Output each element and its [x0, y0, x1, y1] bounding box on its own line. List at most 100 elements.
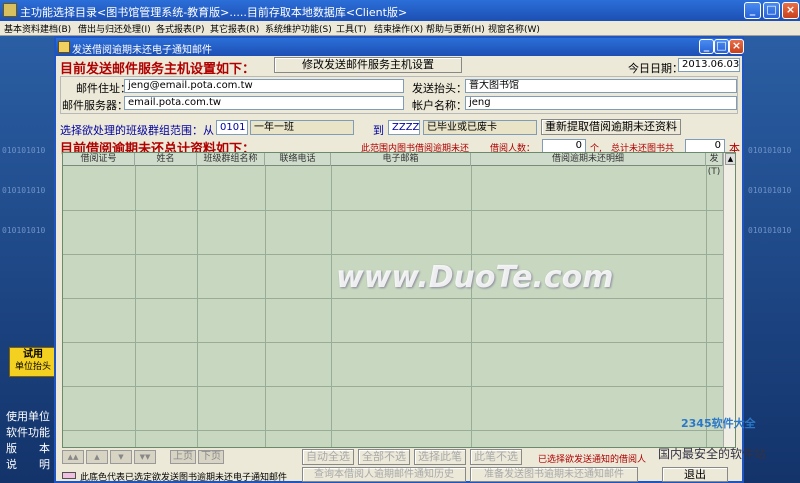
- grid-header: 借阅证号 姓名 班级群组名称 联络电话 电子邮箱 借阅逾期未还明细 发(T): [63, 153, 735, 177]
- total-books-field: 0: [685, 139, 725, 153]
- trial-badge-title: 试用: [23, 349, 43, 360]
- mail-address-field[interactable]: jeng@email.pota.com.tw: [124, 79, 404, 93]
- menu-item[interactable]: 结束操作(X): [374, 22, 423, 35]
- range-from-name-field: 一年一班: [250, 120, 354, 135]
- background-panel-left: 010101010 010101010 010101010 使用单位 软件功能 …: [0, 36, 54, 483]
- sender-header-label: 发送抬头：: [412, 82, 467, 95]
- menu-item[interactable]: 基本资料建档(B): [4, 22, 71, 35]
- main-window-titlebar: 主功能选择目录<图书馆管理系统-教育版>.....目前存取本地数据库<Clien…: [0, 0, 800, 21]
- grid-line: [135, 166, 136, 447]
- grid-line: [63, 430, 723, 431]
- column-header[interactable]: 联络电话: [265, 153, 331, 166]
- dialog-title: 发送借阅逾期未还电子通知邮件: [72, 45, 212, 56]
- binary-decoration: 010101010: [2, 186, 46, 195]
- deselect-this-button[interactable]: 此笔不选: [470, 449, 522, 465]
- prepare-send-button[interactable]: 准备发送图书逾期未还通知邮件: [470, 467, 638, 482]
- range-to-code-field[interactable]: ZZZZ: [388, 120, 420, 135]
- close-icon[interactable]: ×: [782, 2, 799, 19]
- watermark-text: www.DuoTe.com: [336, 260, 614, 295]
- grid-line: [63, 386, 723, 387]
- modify-mail-server-button[interactable]: 修改发送邮件服务主机设置: [274, 57, 462, 73]
- app-icon: [3, 3, 17, 17]
- account-field[interactable]: jeng: [465, 96, 737, 110]
- grid-line: [331, 166, 332, 447]
- grid-line: [471, 166, 472, 447]
- column-header[interactable]: 班级群组名称: [197, 153, 265, 166]
- grid-line: [63, 342, 723, 343]
- range-to-label: 到: [373, 124, 384, 137]
- watermark-brand: 2345软件大全: [681, 417, 756, 430]
- today-label: 今日日期：: [628, 62, 683, 75]
- range-to-name-field: 已毕业或已废卡: [423, 120, 537, 135]
- info-label: 使用单位: [6, 410, 50, 423]
- prev-page-button[interactable]: 上页: [170, 450, 196, 464]
- dialog-close-icon[interactable]: ×: [729, 39, 744, 54]
- deselect-all-button[interactable]: 全部不选: [358, 449, 410, 465]
- today-date-field: 2013.06.03: [678, 58, 740, 72]
- grid-line: [63, 254, 723, 255]
- legend-text: 此底色代表已选定欲发送图书逾期未还电子通知邮件: [80, 473, 288, 483]
- menu-item[interactable]: 各式报表(P): [156, 22, 204, 35]
- maximize-icon[interactable]: □: [763, 2, 780, 19]
- menu-item[interactable]: 其它报表(R): [210, 22, 259, 35]
- select-this-button[interactable]: 选择此笔: [414, 449, 466, 465]
- menu-item[interactable]: 系统维护功能(S): [265, 22, 332, 35]
- menu-item[interactable]: 帮助与更新(H): [426, 22, 485, 35]
- binary-decoration: 010101010: [748, 146, 792, 155]
- column-header[interactable]: 姓名: [135, 153, 197, 166]
- dialog-icon: [58, 41, 70, 53]
- grid-line: [706, 166, 707, 447]
- range-label: 选择欲处理的班级群组范围：从: [60, 124, 214, 137]
- grid-line: [63, 298, 723, 299]
- grid-line: [265, 166, 266, 447]
- query-history-button[interactable]: 查询本借阅人逾期邮件通知历史: [302, 467, 466, 482]
- binary-decoration: 010101010: [2, 146, 46, 155]
- main-window-title: 主功能选择目录<图书馆管理系统-教育版>.....目前存取本地数据库<Clien…: [20, 6, 408, 19]
- mail-server-label: 邮件服务器：: [62, 99, 128, 112]
- mail-server-field[interactable]: email.pota.com.tw: [124, 96, 404, 110]
- mail-address-label: 邮件住址：: [76, 82, 131, 95]
- last-record-button[interactable]: ▼▼: [134, 450, 156, 464]
- menu-item[interactable]: 视窗名称(W): [488, 22, 540, 35]
- info-label: 说 明: [6, 458, 50, 471]
- minimize-icon[interactable]: _: [744, 2, 761, 19]
- dialog-maximize-icon[interactable]: □: [714, 39, 729, 54]
- grid-line: [63, 210, 723, 211]
- overdue-email-dialog: 发送借阅逾期未还电子通知邮件 _ □ × 目前发送邮件服务主机设置如下： 修改发…: [54, 36, 744, 483]
- trial-badge-sub: 单位抬头: [14, 362, 51, 372]
- menu-item[interactable]: 借出与归还处理(I): [78, 22, 151, 35]
- next-record-button[interactable]: ▼: [110, 450, 132, 464]
- selected-status-text: 已选择欲发送通知的借阅人: [538, 455, 647, 465]
- refresh-overdue-button[interactable]: 重新提取借阅逾期未还资料: [541, 119, 681, 135]
- binary-decoration: 010101010: [748, 186, 792, 195]
- range-from-code-field[interactable]: 0101: [216, 120, 248, 135]
- grid-vertical-scrollbar[interactable]: ▲: [723, 153, 735, 447]
- trial-badge: 试用 单位抬头: [9, 347, 57, 377]
- info-label: 软件功能: [6, 426, 50, 439]
- dialog-titlebar: 发送借阅逾期未还电子通知邮件 _ □ ×: [56, 38, 744, 56]
- binary-decoration: 010101010: [2, 226, 46, 235]
- column-header[interactable]: 电子邮箱: [331, 153, 471, 166]
- borrower-count-field: 0: [542, 139, 586, 153]
- prev-record-button[interactable]: ▲: [86, 450, 108, 464]
- mail-server-heading: 目前发送邮件服务主机设置如下：: [60, 62, 256, 77]
- column-header[interactable]: 借阅证号: [63, 153, 135, 166]
- watermark-tagline: 国内最安全的软件站: [658, 447, 767, 461]
- dialog-minimize-icon[interactable]: _: [699, 39, 714, 54]
- sender-header-field[interactable]: 普大图书馆: [465, 79, 737, 93]
- legend-swatch: [62, 472, 76, 479]
- auto-select-all-button[interactable]: 自动全选: [302, 449, 354, 465]
- first-record-button[interactable]: ▲▲: [62, 450, 84, 464]
- info-label: 版 本: [6, 442, 50, 455]
- exit-button[interactable]: 退出: [662, 467, 728, 482]
- menu-item[interactable]: 工具(T): [336, 22, 367, 35]
- column-header[interactable]: 借阅逾期未还明细: [471, 153, 706, 166]
- column-header[interactable]: 发(T): [706, 153, 723, 177]
- account-label: 帐户名称：: [412, 99, 467, 112]
- binary-decoration: 010101010: [748, 226, 792, 235]
- next-page-button[interactable]: 下页: [198, 450, 224, 464]
- main-menubar: 基本资料建档(B) 借出与归还处理(I) 各式报表(P) 其它报表(R) 系统维…: [0, 21, 800, 36]
- scroll-up-icon[interactable]: ▲: [725, 153, 735, 165]
- grid-line: [197, 166, 198, 447]
- overdue-grid[interactable]: 借阅证号 姓名 班级群组名称 联络电话 电子邮箱 借阅逾期未还明细 发(T) ▲: [62, 152, 736, 448]
